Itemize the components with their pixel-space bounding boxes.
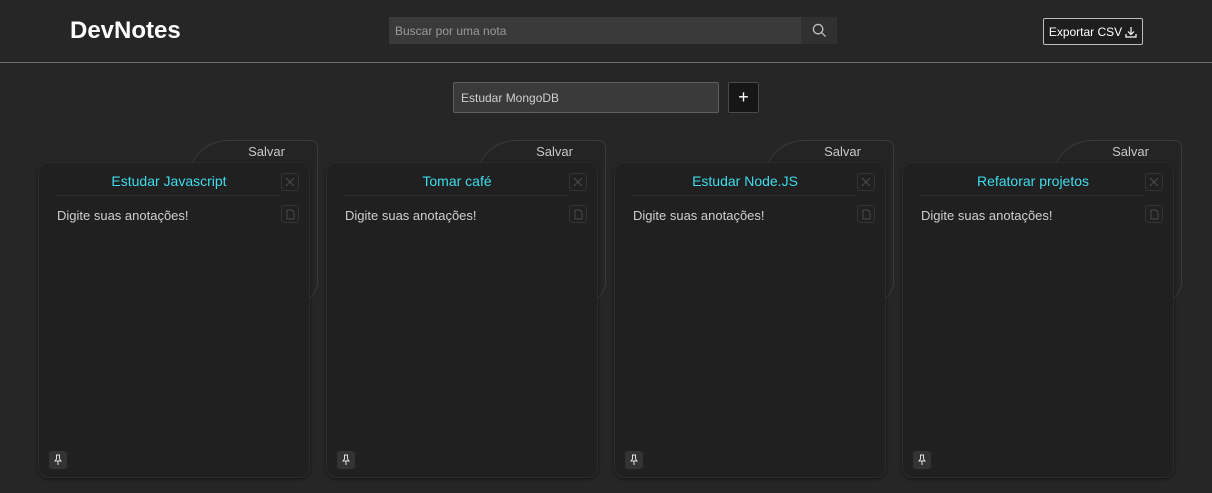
pin-icon [342, 454, 350, 465]
note-file-button[interactable] [1145, 205, 1163, 223]
note-title[interactable]: Estudar Node.JS [633, 172, 857, 196]
add-note-button[interactable]: + [728, 82, 759, 113]
close-icon [861, 177, 871, 187]
note-body[interactable]: Digite suas anotações! [633, 208, 765, 223]
pin-button[interactable] [913, 451, 931, 469]
note-title[interactable]: Refatorar projetos [921, 172, 1145, 196]
export-csv-button[interactable]: Exportar CSV [1043, 18, 1143, 45]
note-file-button[interactable] [857, 205, 875, 223]
save-button[interactable]: Salvar [248, 144, 285, 159]
note-card: Salvar Tomar café Digite suas anotações! [326, 140, 608, 480]
file-icon [286, 209, 294, 219]
note-front: Tomar café Digite suas anotações! [326, 162, 598, 478]
note-card: Salvar Refatorar projetos Digite suas an… [902, 140, 1184, 480]
delete-note-button[interactable] [1145, 173, 1163, 191]
file-icon [1150, 209, 1158, 219]
note-front: Estudar Javascript Digite suas anotações… [38, 162, 310, 478]
close-icon [285, 177, 295, 187]
note-file-button[interactable] [281, 205, 299, 223]
note-body[interactable]: Digite suas anotações! [921, 208, 1053, 223]
close-icon [573, 177, 583, 187]
note-front: Refatorar projetos Digite suas anotações… [902, 162, 1174, 478]
pin-icon [630, 454, 638, 465]
note-front: Estudar Node.JS Digite suas anotações! [614, 162, 886, 478]
note-body[interactable]: Digite suas anotações! [345, 208, 477, 223]
pin-button[interactable] [625, 451, 643, 469]
search-button[interactable] [801, 17, 837, 44]
close-icon [1149, 177, 1159, 187]
download-icon [1125, 26, 1137, 38]
note-title[interactable]: Tomar café [345, 172, 569, 196]
delete-note-button[interactable] [281, 173, 299, 191]
pin-icon [918, 454, 926, 465]
export-csv-label: Exportar CSV [1048, 24, 1123, 39]
save-button[interactable]: Salvar [824, 144, 861, 159]
note-card: Salvar Estudar Node.JS Digite suas anota… [614, 140, 896, 480]
delete-note-button[interactable] [569, 173, 587, 191]
save-button[interactable]: Salvar [536, 144, 573, 159]
pin-button[interactable] [49, 451, 67, 469]
search-bar [389, 17, 837, 44]
file-icon [862, 209, 870, 219]
pin-button[interactable] [337, 451, 355, 469]
file-icon [574, 209, 582, 219]
pin-icon [54, 454, 62, 465]
delete-note-button[interactable] [857, 173, 875, 191]
note-card: Salvar Estudar Javascript Digite suas an… [38, 140, 320, 480]
new-note-input[interactable] [453, 82, 719, 113]
note-body[interactable]: Digite suas anotações! [57, 208, 189, 223]
app-title: DevNotes [70, 17, 181, 44]
note-file-button[interactable] [569, 205, 587, 223]
note-title[interactable]: Estudar Javascript [57, 172, 281, 196]
search-input[interactable] [389, 17, 801, 44]
save-button[interactable]: Salvar [1112, 144, 1149, 159]
app-header: DevNotes Exportar CSV [0, 0, 1212, 63]
search-icon [812, 23, 826, 38]
